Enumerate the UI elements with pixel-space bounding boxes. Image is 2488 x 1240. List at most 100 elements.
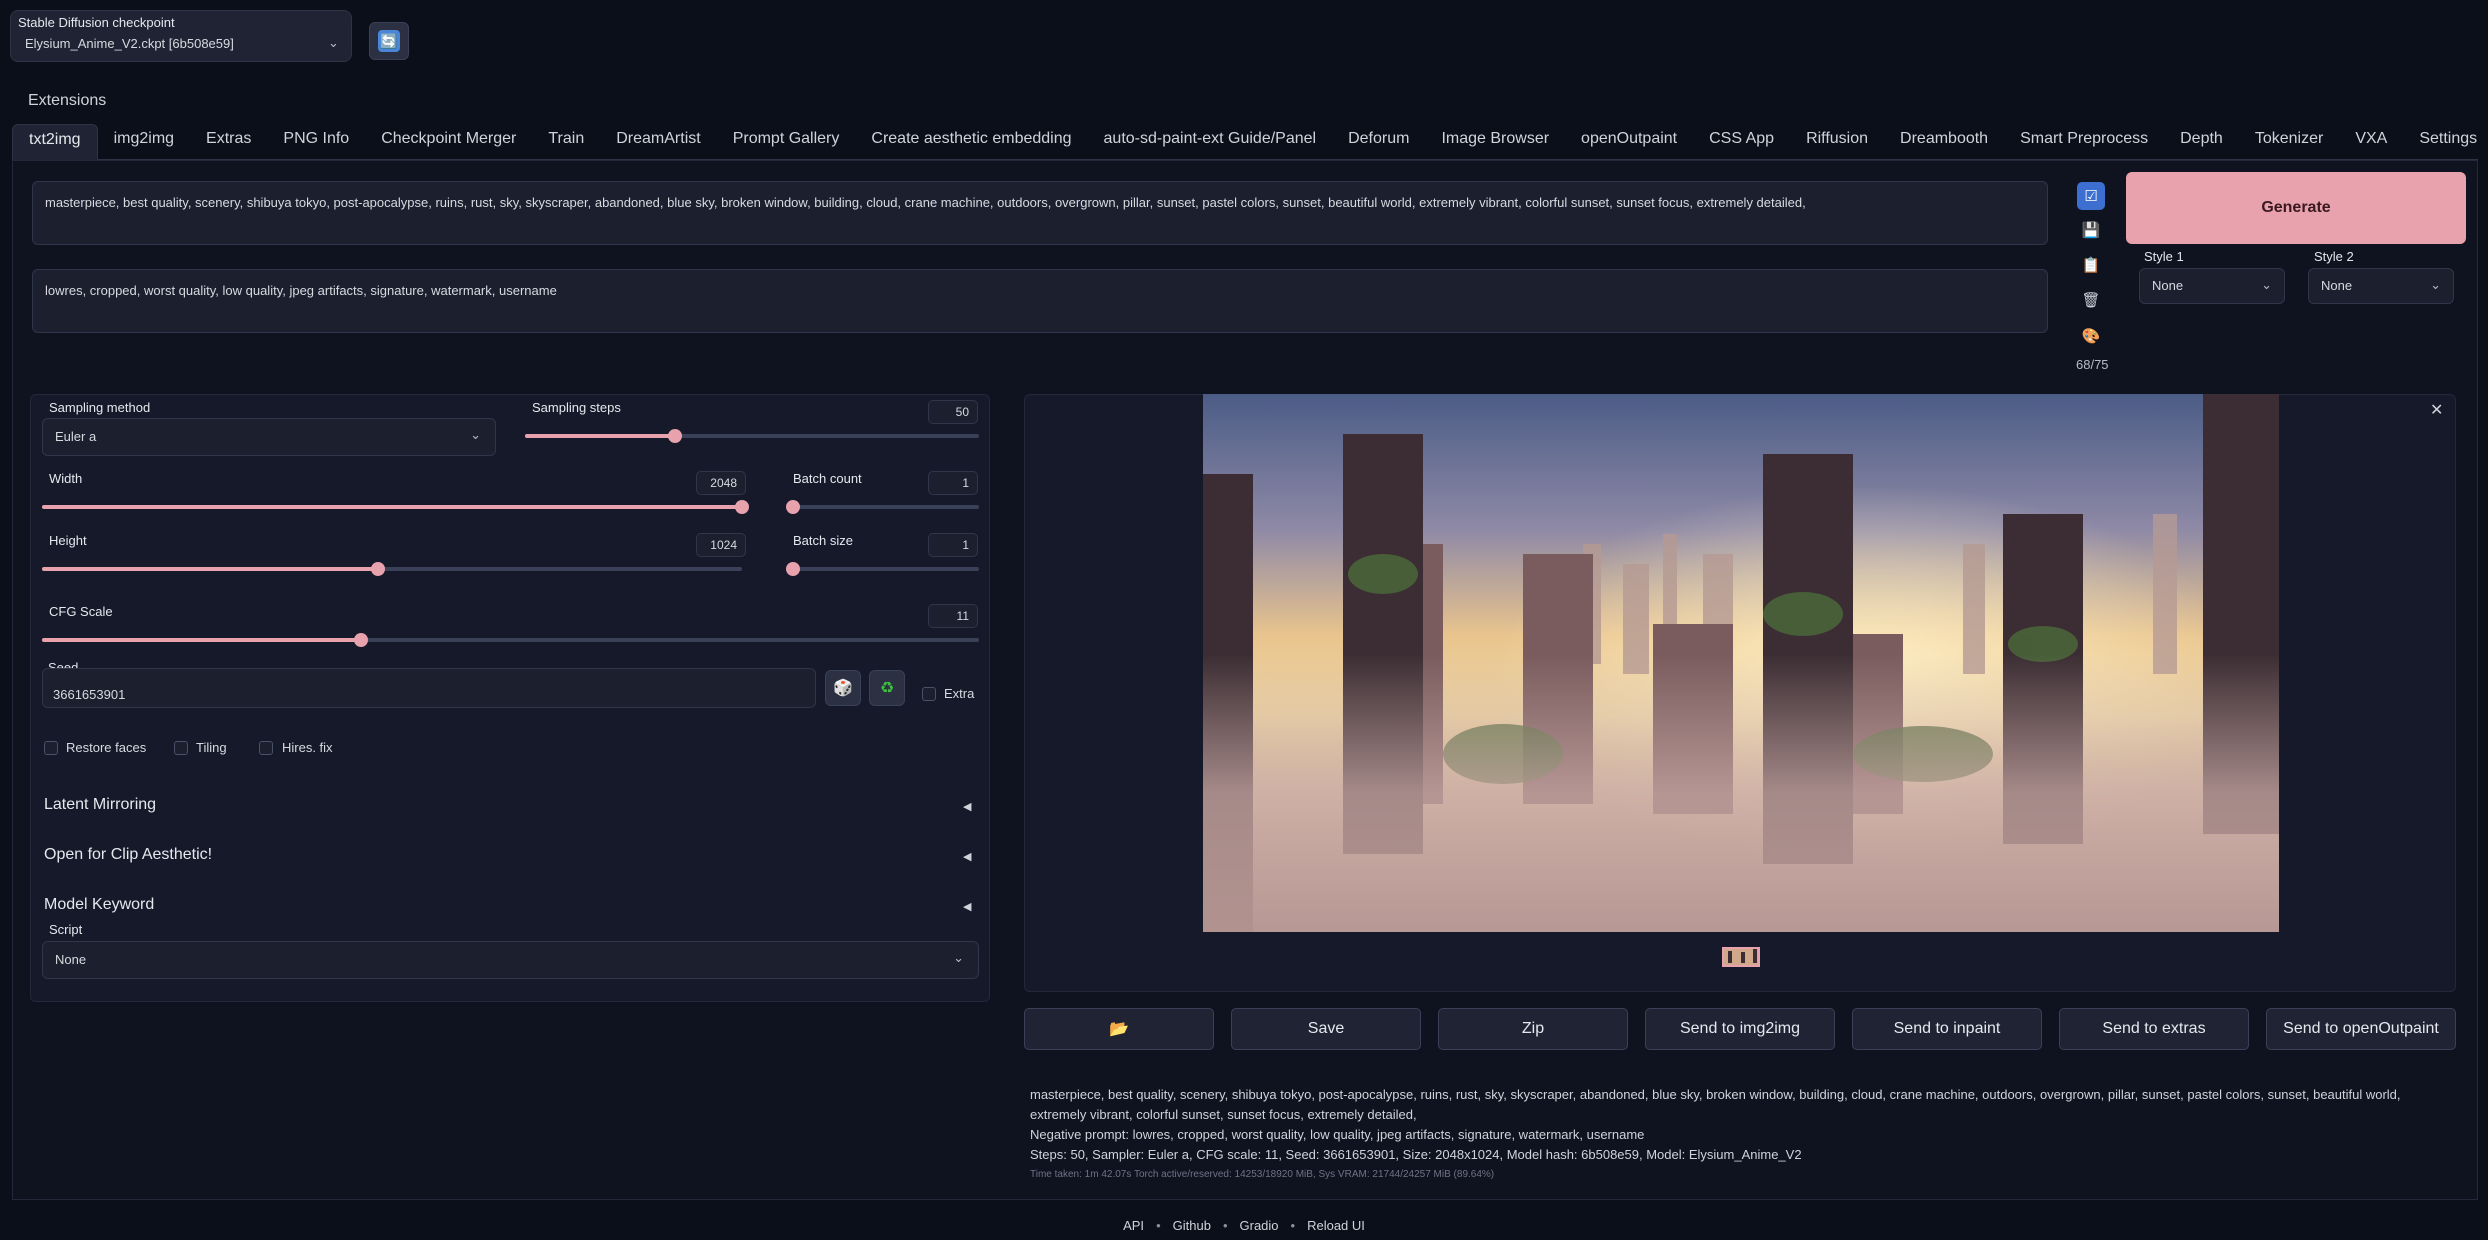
tab-png-info[interactable]: PNG Info	[267, 124, 365, 160]
slider-thumb[interactable]	[353, 633, 368, 647]
tab-openoutpaint[interactable]: openOutpaint	[1565, 124, 1693, 160]
trash-icon[interactable]: 🗑	[2077, 286, 2105, 314]
slider-fill	[525, 434, 675, 438]
sampling-method-select[interactable]: Euler a ⌄	[42, 418, 496, 456]
style2-value: None	[2321, 278, 2353, 293]
height-slider[interactable]	[42, 562, 742, 576]
batch-size-label: Batch size	[793, 533, 853, 548]
sampling-steps-slider[interactable]	[525, 429, 979, 443]
generated-image[interactable]	[1203, 394, 2279, 932]
seed-input[interactable]: 3661653901	[42, 668, 816, 708]
width-input[interactable]: 2048	[696, 471, 746, 495]
tab-deforum[interactable]: Deforum	[1332, 124, 1425, 160]
slider-thumb[interactable]	[735, 500, 749, 514]
script-select[interactable]: None ⌄	[42, 941, 979, 979]
refresh-checkpoint-button[interactable]: 🔄	[369, 22, 409, 60]
info-prompt: masterpiece, best quality, scenery, shib…	[1030, 1087, 2401, 1122]
hires-fix-label: Hires. fix	[282, 740, 333, 755]
tab-dreambooth[interactable]: Dreambooth	[1884, 124, 2004, 160]
model-keyword-accordion[interactable]: Model Keyword	[44, 896, 154, 914]
tab-checkpoint-merger[interactable]: Checkpoint Merger	[365, 124, 532, 160]
prompt-input[interactable]: masterpiece, best quality, scenery, shib…	[32, 181, 2048, 245]
thumbnail-image	[1724, 949, 1758, 965]
checkpoint-label: Stable Diffusion checkpoint	[18, 15, 175, 30]
send-to-extras-button[interactable]: Send to extras	[2059, 1008, 2249, 1050]
slider-thumb[interactable]	[667, 429, 682, 443]
latent-mirroring-accordion[interactable]: Latent Mirroring	[44, 796, 156, 814]
save-button[interactable]: Save	[1231, 1008, 1421, 1050]
tab-riffusion[interactable]: Riffusion	[1790, 124, 1884, 160]
caret-left-icon[interactable]: ◀	[963, 900, 971, 913]
footer-api-link[interactable]: API	[1123, 1218, 1144, 1233]
style1-select[interactable]: None ⌄	[2139, 268, 2285, 304]
save-icon[interactable]: 💾	[2077, 216, 2105, 244]
recycle-icon: ♻	[879, 680, 895, 697]
height-input[interactable]: 1024	[696, 533, 746, 557]
close-icon[interactable]: ✕	[2430, 400, 2443, 420]
cfg-scale-input[interactable]: 11	[928, 604, 978, 628]
check-icon[interactable]: ☑	[2077, 182, 2105, 210]
send-to-openoutpaint-button[interactable]: Send to openOutpaint	[2266, 1008, 2456, 1050]
restore-faces-checkbox[interactable]	[44, 741, 58, 755]
footer: API • Github • Gradio • Reload UI	[0, 1218, 2488, 1233]
script-value: None	[55, 952, 87, 967]
footer-separator: •	[1156, 1218, 1161, 1233]
tab-prompt-gallery[interactable]: Prompt Gallery	[717, 124, 856, 160]
slider-thumb[interactable]	[786, 500, 800, 514]
random-seed-button[interactable]: 🎲	[825, 670, 861, 706]
caret-left-icon[interactable]: ◀	[963, 850, 971, 863]
checkpoint-value[interactable]: Elysium_Anime_V2.ckpt [6b508e59]	[25, 36, 234, 51]
negative-prompt-input[interactable]: lowres, cropped, worst quality, low qual…	[32, 269, 2048, 333]
send-to-inpaint-button[interactable]: Send to inpaint	[1852, 1008, 2042, 1050]
generate-button[interactable]: Generate	[2126, 172, 2466, 244]
footer-reload-link[interactable]: Reload UI	[1307, 1218, 1365, 1233]
tab-auto-sd-paint-ext[interactable]: auto-sd-paint-ext Guide/Panel	[1088, 124, 1333, 160]
tab-bar: txt2img img2img Extras PNG Info Checkpoi…	[12, 124, 2478, 160]
batch-size-slider[interactable]	[786, 562, 979, 576]
tab-tokenizer[interactable]: Tokenizer	[2239, 124, 2339, 160]
tab-css-app[interactable]: CSS App	[1693, 124, 1790, 160]
image-thumbnail[interactable]	[1722, 947, 1760, 967]
tab-depth[interactable]: Depth	[2164, 124, 2239, 160]
tab-vxa[interactable]: VXA	[2339, 124, 2403, 160]
clip-aesthetic-accordion[interactable]: Open for Clip Aesthetic!	[44, 846, 212, 864]
cfg-scale-label: CFG Scale	[49, 604, 113, 619]
tab-train[interactable]: Train	[532, 124, 600, 160]
restore-faces-label: Restore faces	[66, 740, 147, 755]
tab-aesthetic-embedding[interactable]: Create aesthetic embedding	[855, 124, 1087, 160]
caret-left-icon[interactable]: ◀	[963, 800, 971, 813]
batch-count-input[interactable]: 1	[928, 471, 978, 495]
reuse-seed-button[interactable]: ♻	[869, 670, 905, 706]
cfg-scale-slider[interactable]	[42, 633, 979, 647]
info-negative-prompt: Negative prompt: lowres, cropped, worst …	[1030, 1127, 1645, 1142]
tab-smart-preprocess[interactable]: Smart Preprocess	[2004, 124, 2164, 160]
style1-label: Style 1	[2144, 249, 2184, 264]
hires-fix-checkbox[interactable]	[259, 741, 273, 755]
footer-github-link[interactable]: Github	[1173, 1218, 1211, 1233]
footer-gradio-link[interactable]: Gradio	[1240, 1218, 1279, 1233]
palette-icon[interactable]: 🎨	[2077, 322, 2105, 350]
tab-img2img[interactable]: img2img	[98, 124, 190, 160]
open-folder-button[interactable]: 📂	[1024, 1008, 1214, 1050]
tab-dreamartist[interactable]: DreamArtist	[600, 124, 716, 160]
extra-seed-checkbox[interactable]	[922, 687, 936, 701]
tab-extras[interactable]: Extras	[190, 124, 267, 160]
batch-size-input[interactable]: 1	[928, 533, 978, 557]
chevron-down-icon: ⌄	[953, 950, 964, 965]
batch-count-slider[interactable]	[786, 500, 979, 514]
tab-txt2img[interactable]: txt2img	[12, 124, 98, 160]
tiling-checkbox[interactable]	[174, 741, 188, 755]
tab-settings[interactable]: Settings	[2403, 124, 2488, 160]
slider-thumb[interactable]	[371, 562, 385, 576]
zip-button[interactable]: Zip	[1438, 1008, 1628, 1050]
width-slider[interactable]	[42, 500, 749, 514]
tab-image-browser[interactable]: Image Browser	[1425, 124, 1565, 160]
style2-select[interactable]: None ⌄	[2308, 268, 2454, 304]
clipboard-icon[interactable]: 📋	[2077, 251, 2105, 279]
extra-seed-label: Extra	[944, 686, 975, 701]
script-label: Script	[49, 922, 83, 937]
sampling-steps-input[interactable]: 50	[928, 400, 978, 424]
slider-thumb[interactable]	[786, 562, 800, 576]
send-to-img2img-button[interactable]: Send to img2img	[1645, 1008, 1835, 1050]
chevron-down-icon: ⌄	[2261, 277, 2272, 292]
